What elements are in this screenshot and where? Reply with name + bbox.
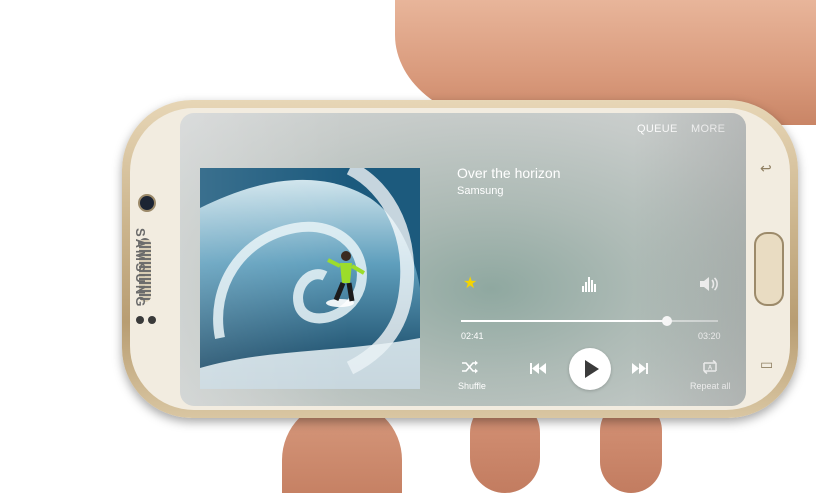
progress-bar[interactable] — [461, 316, 718, 326]
album-art — [200, 168, 420, 389]
recents-key-icon[interactable]: ▭ — [760, 356, 773, 373]
progress-fill — [461, 320, 667, 322]
repeat-icon[interactable]: A — [701, 359, 719, 379]
song-artist: Samsung — [457, 185, 504, 197]
previous-icon[interactable] — [530, 362, 546, 378]
more-button[interactable]: MORE — [691, 123, 725, 135]
total-duration: 03:20 — [698, 331, 721, 341]
repeat-label: Repeat all — [690, 381, 731, 391]
sensor-dot — [148, 316, 156, 324]
svg-text:A: A — [708, 366, 713, 372]
volume-icon[interactable] — [699, 276, 719, 296]
progress-thumb[interactable] — [661, 316, 672, 326]
shuffle-label: Shuffle — [458, 381, 486, 391]
shuffle-icon[interactable] — [461, 360, 479, 378]
back-key-icon[interactable]: ↩ — [760, 160, 772, 177]
equalizer-icon[interactable] — [582, 274, 598, 296]
sensor-dot — [136, 316, 144, 324]
elapsed-time: 02:41 — [461, 331, 484, 341]
next-icon[interactable] — [632, 362, 648, 378]
music-player-screen: QUEUE MORE Over the horizon Samsung ★ 02… — [180, 113, 746, 406]
home-button[interactable] — [754, 232, 784, 306]
brand-logo: SAMSUNG — [133, 228, 148, 309]
play-icon — [585, 360, 599, 378]
song-title: Over the horizon — [457, 165, 561, 181]
front-camera — [138, 194, 156, 212]
queue-button[interactable]: QUEUE — [637, 123, 678, 135]
star-icon[interactable]: ★ — [463, 276, 477, 292]
play-button[interactable] — [569, 348, 611, 390]
